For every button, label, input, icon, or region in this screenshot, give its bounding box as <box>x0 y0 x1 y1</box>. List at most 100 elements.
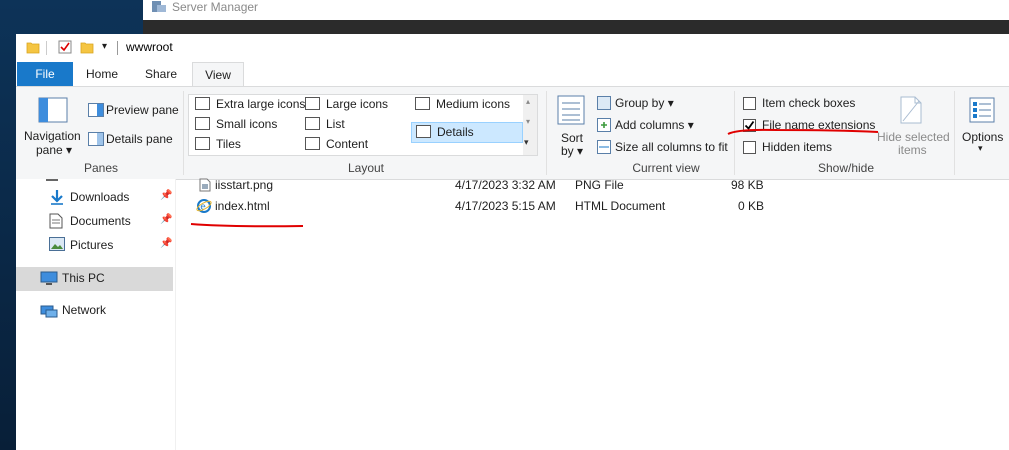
annotation-underline <box>190 223 304 228</box>
internet-explorer-icon: e <box>196 199 212 213</box>
tiles-icon <box>195 137 210 150</box>
layout-large-icons[interactable]: Large icons <box>305 95 388 113</box>
navigation-pane-label[interactable]: pane ▾ <box>36 143 72 157</box>
tab-view[interactable]: View <box>192 62 244 87</box>
details-pane-button[interactable]: Details pane <box>106 132 173 146</box>
tab-file[interactable]: File <box>17 62 73 86</box>
add-columns-button[interactable]: Add columns ▾ <box>615 118 694 132</box>
hidden-items-checkbox[interactable] <box>743 141 756 154</box>
divider <box>954 91 955 175</box>
layout-content[interactable]: Content <box>305 135 368 153</box>
divider <box>183 91 184 175</box>
sort-by-label[interactable]: by ▾ <box>561 144 583 158</box>
expand-gallery-icon[interactable]: ▾ <box>524 137 529 148</box>
preview-pane-icon <box>88 103 104 117</box>
annotation-underline <box>727 128 879 135</box>
add-columns-icon <box>597 118 611 132</box>
large-icons-icon <box>305 97 320 110</box>
current-view-group-label: Current view <box>632 161 700 175</box>
partial-item <box>46 179 58 181</box>
layout-tiles[interactable]: Tiles <box>195 135 241 153</box>
navigation-pane-icon <box>38 97 68 123</box>
file-row[interactable]: e index.html 4/17/2023 5:15 AM HTML Docu… <box>191 196 791 216</box>
file-date: 4/17/2023 3:32 AM <box>455 178 556 192</box>
group-by-icon <box>597 96 611 110</box>
title-bar: ▾ wwwroot <box>16 34 1009 62</box>
pin-icon[interactable]: 📌 <box>160 190 172 201</box>
layout-gallery: Extra large icons Large icons Medium ico… <box>188 94 525 156</box>
divider <box>46 41 47 55</box>
tab-home[interactable]: Home <box>78 62 126 86</box>
navigation-pane-label-text: pane <box>36 143 63 157</box>
preview-pane-button[interactable]: Preview pane <box>106 103 179 117</box>
size-all-columns-button[interactable]: Size all columns to fit <box>615 140 728 154</box>
show-hide-group-label: Show/hide <box>817 161 875 175</box>
divider <box>117 41 118 55</box>
download-arrow-icon <box>51 190 63 205</box>
this-pc-icon <box>40 271 58 285</box>
pin-icon[interactable]: 📌 <box>160 214 172 225</box>
layout-details[interactable]: Details <box>411 122 523 143</box>
network-icon <box>40 305 58 318</box>
navigation-pane-button[interactable]: Navigation <box>24 129 81 143</box>
file-explorer-window: ▾ wwwroot File Home Share View Navigatio… <box>16 34 1009 450</box>
file-name: index.html <box>215 199 270 213</box>
add-columns-label: Add columns <box>615 118 685 132</box>
layout-item-label: Small icons <box>216 117 278 131</box>
scroll-down-icon[interactable]: ▾ <box>526 117 530 126</box>
content-icon <box>305 137 320 150</box>
hide-selected-items-button[interactable]: Hide selected <box>877 130 950 144</box>
nav-item-this-pc[interactable]: This PC <box>62 267 105 289</box>
layout-item-label: Large icons <box>326 97 389 111</box>
documents-icon <box>49 213 63 229</box>
file-row[interactable]: iisstart.png 4/17/2023 3:32 AM PNG File … <box>191 175 791 195</box>
options-dropdown-icon[interactable]: ▾ <box>978 143 983 154</box>
server-manager-titlebar[interactable] <box>143 0 1009 20</box>
extra-large-icons-icon <box>195 97 210 110</box>
item-check-boxes-checkbox[interactable] <box>743 97 756 110</box>
group-by-label: Group by <box>615 96 665 110</box>
item-check-boxes-label[interactable]: Item check boxes <box>762 96 855 110</box>
pin-icon[interactable]: 📌 <box>160 238 172 249</box>
layout-list[interactable]: List <box>305 115 345 133</box>
layout-gallery-scrollbar[interactable]: ▴ ▾ ▾ <box>523 94 538 156</box>
layout-extra-large-icons[interactable]: Extra large icons <box>195 95 305 113</box>
png-file-icon <box>199 178 211 192</box>
file-date: 4/17/2023 5:15 AM <box>455 199 556 213</box>
hidden-items-label[interactable]: Hidden items <box>762 140 832 154</box>
layout-item-label: Tiles <box>216 137 241 151</box>
hide-selected-items-label: items <box>898 143 927 157</box>
nav-item-pictures[interactable]: Pictures <box>70 234 113 256</box>
customize-quick-access-icon[interactable]: ▾ <box>102 41 107 52</box>
nav-item-documents[interactable]: Documents <box>70 210 131 232</box>
layout-small-icons[interactable]: Small icons <box>195 115 277 133</box>
group-by-button[interactable]: Group by ▾ <box>615 96 674 110</box>
medium-icons-icon <box>415 97 430 110</box>
server-manager-menubar <box>143 20 1009 34</box>
options-button[interactable]: Options <box>962 130 1003 144</box>
properties-icon[interactable] <box>58 40 72 54</box>
panes-group-label: Panes <box>83 161 119 175</box>
layout-item-label: Medium icons <box>436 97 511 111</box>
layout-item-label: Content <box>326 137 369 151</box>
sort-by-button[interactable]: Sort <box>561 131 583 145</box>
folder-icon <box>26 42 40 54</box>
pane-splitter[interactable] <box>175 179 176 450</box>
layout-item-label: Extra large icons <box>216 97 306 111</box>
tab-share[interactable]: Share <box>136 62 186 86</box>
ribbon-tabs: File Home Share View <box>16 62 1009 87</box>
details-icon <box>416 125 431 138</box>
layout-medium-icons[interactable]: Medium icons <box>415 95 510 113</box>
sort-by-icon <box>557 95 585 125</box>
nav-item-network[interactable]: Network <box>62 299 106 321</box>
details-pane-icon <box>88 132 104 146</box>
layout-item-label: List <box>326 117 345 131</box>
server-manager-icon <box>152 1 166 12</box>
size-all-columns-icon <box>597 140 611 154</box>
file-size: 0 KB <box>738 199 765 213</box>
file-type: PNG File <box>575 178 624 192</box>
divider <box>546 91 547 175</box>
nav-item-downloads[interactable]: Downloads <box>70 186 129 208</box>
scroll-up-icon[interactable]: ▴ <box>526 97 530 106</box>
new-folder-icon[interactable] <box>80 40 94 54</box>
